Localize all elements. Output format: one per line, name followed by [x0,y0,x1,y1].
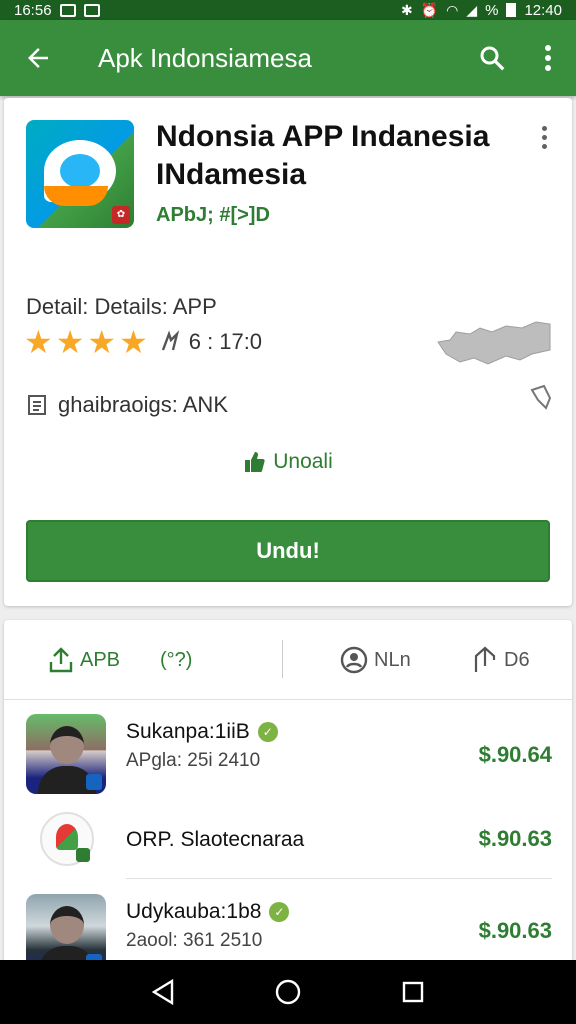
verified-icon: ✓ [257,722,278,742]
nav-back-button[interactable] [143,972,183,1012]
list-item-sub: 2aool: 361 2510 [126,930,263,951]
app-title: Ndonsia APP Indanesia INdamesia [156,120,490,191]
genre-text: ghaibraoigs: ANK [58,392,228,417]
tab-bar: APB (°?) NLn D6 [4,620,572,700]
list-item-name-text: ORP. Slaotecnaraa [126,828,305,851]
star-icon: ★ [24,324,53,360]
list-item-price: $.90.63 [478,918,552,943]
gmail-icon [59,3,76,17]
star-icon: ★ [55,324,85,360]
related-card: APB (°?) NLn D6 Sukanpa:1iiB ✓ APgla: 25… [4,620,572,980]
app-bar-title: Apk Indonsiamesa [98,42,312,73]
tab-share-label: APB [80,648,121,671]
bookmark-icon[interactable] [528,384,554,414]
app-bar: Apk Indonsiamesa [0,20,576,96]
list-divider [126,878,552,879]
list-item-name: Sukanpa:1iiB ✓ [126,720,278,744]
list-item-name-text: Udykauba:1b8 [126,900,262,923]
verified-icon: ✓ [269,902,290,922]
search-button[interactable] [464,20,520,96]
nav-recents-button[interactable] [393,972,433,1012]
app-logo-icon [40,812,94,866]
more-vert-icon [545,45,551,71]
bluetooth-icon: ✱ [400,1,413,18]
install-link-label: Unoali [273,450,333,473]
genre-row: ghaibraoigs: ANK [26,392,228,418]
overflow-menu-button[interactable] [520,20,576,96]
square-recents-icon [403,981,424,1003]
app-badge-icon: ✿ [112,206,130,224]
tab-second-label: (°?) [160,648,193,671]
system-nav-bar [0,960,576,1024]
document-icon [28,395,46,415]
arrow-back-icon [28,48,48,68]
status-bar: 16:56 ✱ ⏰ ◠ ◢ % 12:40 [0,0,576,20]
list-item-name: ORP. Slaotecnaraa [126,828,304,852]
back-button[interactable] [0,20,76,96]
rating-row: ★ ★ ★ ★ 6 : 17:0 [24,326,262,358]
tab-share[interactable]: APB [48,620,120,700]
app-details-card: ✿ Ndonsia APP Indanesia INdamesia APbJ; … [4,98,572,606]
list-item-name-text: Sukanpa:1iiB [126,720,250,743]
battery-icon [506,3,517,17]
tab-fourth[interactable]: D6 [472,620,530,700]
share-icon [49,647,73,673]
app-developer[interactable]: APbJ; #[>]D [156,204,270,227]
triangle-back-icon [151,978,173,1006]
tab-fourth-label: D6 [504,648,530,671]
status-time-right: 12:40 [524,1,562,19]
circle-home-icon [275,979,301,1005]
person-icon [161,330,179,351]
tab-third[interactable]: NLn [340,620,411,700]
star-icon: ★ [119,324,148,360]
app-more-button[interactable] [532,126,556,156]
thumb-up-icon [245,452,265,472]
rating-count: 17:0 [219,329,263,354]
list-item-name: Udykauba:1b8 ✓ [126,900,290,924]
install-button[interactable]: Undu! [26,520,550,582]
avatar [26,714,106,794]
tab-divider [282,640,283,678]
battery-percent: % [485,1,499,19]
alarm-icon: ⏰ [420,1,439,18]
app-detail-text: Detail: Details: APP [26,294,217,319]
list-item[interactable]: Sukanpa:1iiB ✓ APgla: 25i 2410 $.90.64 [4,712,572,802]
tab-third-label: NLn [374,648,411,671]
signal-icon: ◢ [466,1,478,18]
status-time: 16:56 [14,1,52,19]
nav-home-button[interactable] [268,972,308,1012]
list-item-price: $.90.64 [478,742,552,767]
photo-icon [83,3,100,17]
rating-text: 6 : [188,329,214,354]
tab-second[interactable]: (°?) [160,620,192,700]
star-icon: ★ [87,324,117,360]
install-link[interactable]: Unoali [4,450,572,474]
list-item-price: $.90.63 [478,826,552,851]
wifi-icon: ◠ [446,1,459,18]
share-outline-icon [474,646,496,672]
search-icon [480,46,505,71]
app-icon: ✿ [26,120,134,228]
list-item-sub: APgla: 25i 2410 [126,750,261,771]
map-icon [437,321,551,365]
account-icon [340,646,368,674]
list-item[interactable]: ORP. Slaotecnaraa $.90.63 [4,800,572,890]
